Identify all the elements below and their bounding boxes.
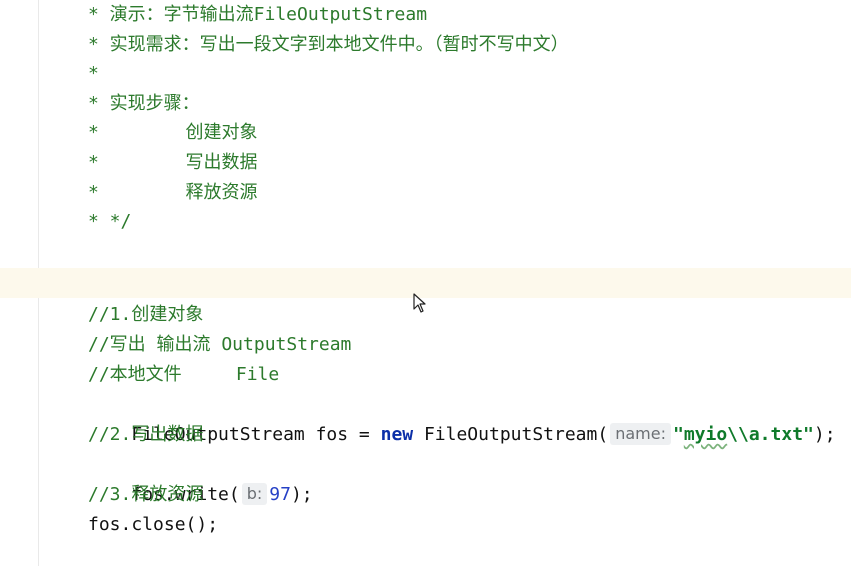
- code-text: );: [813, 424, 836, 445]
- code-comment: //2.写出数据: [88, 424, 204, 445]
- parameter-hint-name: name:: [610, 423, 671, 445]
- code-text: );: [290, 484, 313, 505]
- doc-comment-line: * 演示：字节输出流FileOutputStream: [88, 4, 428, 25]
- code-comment: //1.创建对象: [88, 304, 204, 325]
- keyword-new: new: [380, 424, 414, 445]
- doc-comment-line: * 创建对象: [88, 122, 258, 143]
- code-text: FileOutputStream(: [413, 424, 609, 445]
- code-comment: //本地文件 File: [88, 364, 280, 385]
- doc-comment-line: * */: [88, 211, 132, 232]
- string-literal-quote: ": [672, 424, 684, 445]
- code-comment: //写出 输出流 OutputStream: [88, 334, 352, 355]
- string-literal-path: myio: [683, 424, 728, 445]
- number-literal: 97: [269, 484, 291, 505]
- doc-comment-line: *: [88, 63, 99, 84]
- doc-comment-line: * 实现步骤：: [88, 93, 200, 114]
- mouse-pointer-icon: [413, 293, 426, 313]
- code-line-write: fos.write(b: 97);: [88, 450, 313, 505]
- code-line-fos-declaration: FileOutputStream fos = new FileOutputStr…: [88, 390, 836, 445]
- doc-comment-line: * 实现需求：写出一段文字到本地文件中。（暂时不写中文）: [88, 34, 569, 55]
- doc-comment-line: * 释放资源: [88, 182, 258, 203]
- code-comment: //3.释放资源: [88, 484, 204, 505]
- string-literal-rest: \\a.txt": [727, 424, 814, 445]
- parameter-hint-b: b:: [241, 483, 268, 505]
- code-line-close: fos.close();: [88, 514, 219, 535]
- doc-comment-line: * 写出数据: [88, 152, 258, 173]
